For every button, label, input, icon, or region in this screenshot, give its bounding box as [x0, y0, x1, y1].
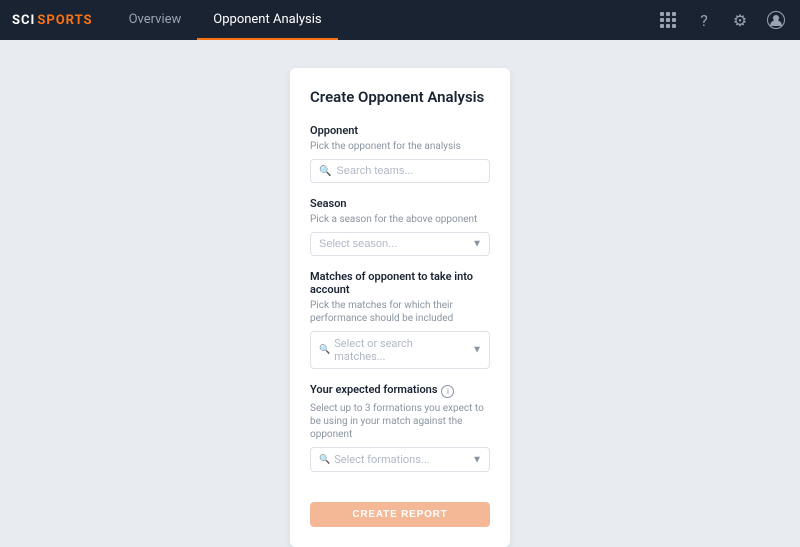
season-hint: Pick a season for the above opponent	[310, 213, 490, 226]
season-label: Season	[310, 197, 490, 210]
opponent-search-input[interactable]	[336, 165, 481, 177]
formations-section: Your expected formations i Select up to …	[310, 383, 490, 472]
settings-icon[interactable]: ⚙	[728, 8, 752, 32]
matches-select-box[interactable]: 🔍 Select or search matches...	[310, 331, 490, 369]
formations-chevron-icon: ▼	[472, 454, 482, 465]
matches-search-icon: 🔍	[319, 345, 330, 355]
formations-label-row: Your expected formations i	[310, 383, 490, 399]
logo-sports: SPORTS	[37, 13, 92, 28]
opponent-section: Opponent Pick the opponent for the analy…	[310, 124, 490, 183]
card-title: Create Opponent Analysis	[310, 88, 490, 106]
matches-chevron-icon: ▼	[472, 345, 482, 356]
matches-select-wrapper: 🔍 Select or search matches... ▼	[310, 331, 490, 369]
formations-search-icon: 🔍	[319, 455, 330, 465]
logo-sci: SCI	[12, 13, 35, 28]
search-icon: 🔍	[319, 166, 331, 177]
logo: SCI SPORTS	[12, 13, 93, 28]
opponent-input-wrapper[interactable]: 🔍	[310, 159, 490, 183]
apps-icon	[660, 12, 676, 28]
matches-hint: Pick the matches for which their perform…	[310, 299, 490, 325]
formations-select-box[interactable]: 🔍 Select formations...	[310, 447, 490, 472]
formations-label: Your expected formations	[310, 383, 437, 396]
topbar-right: ? ⚙	[656, 8, 788, 32]
nav-item-opponent-analysis[interactable]: Opponent Analysis	[197, 0, 337, 40]
create-report-button[interactable]: CREATE REPORT	[310, 502, 490, 527]
help-icon[interactable]: ?	[692, 8, 716, 32]
topbar: SCI SPORTS Overview Opponent Analysis ? …	[0, 0, 800, 40]
create-analysis-card: Create Opponent Analysis Opponent Pick t…	[290, 68, 510, 547]
main-content: Create Opponent Analysis Opponent Pick t…	[0, 40, 800, 518]
formations-select-wrapper: 🔍 Select formations... ▼	[310, 447, 490, 472]
opponent-label: Opponent	[310, 124, 490, 137]
formations-info-icon[interactable]: i	[441, 385, 454, 398]
nav-item-overview[interactable]: Overview	[113, 0, 198, 40]
opponent-hint: Pick the opponent for the analysis	[310, 140, 490, 153]
grid-icon[interactable]	[656, 8, 680, 32]
matches-label: Matches of opponent to take into account	[310, 270, 490, 296]
season-select[interactable]: Select season...	[310, 232, 490, 256]
season-select-wrapper: Select season... ▼	[310, 232, 490, 256]
formations-placeholder: Select formations...	[334, 453, 465, 466]
user-icon[interactable]	[764, 8, 788, 32]
matches-placeholder: Select or search matches...	[334, 337, 465, 363]
matches-section: Matches of opponent to take into account…	[310, 270, 490, 369]
season-section: Season Pick a season for the above oppon…	[310, 197, 490, 256]
nav: Overview Opponent Analysis	[113, 0, 338, 40]
formations-hint: Select up to 3 formations you expect to …	[310, 402, 490, 441]
